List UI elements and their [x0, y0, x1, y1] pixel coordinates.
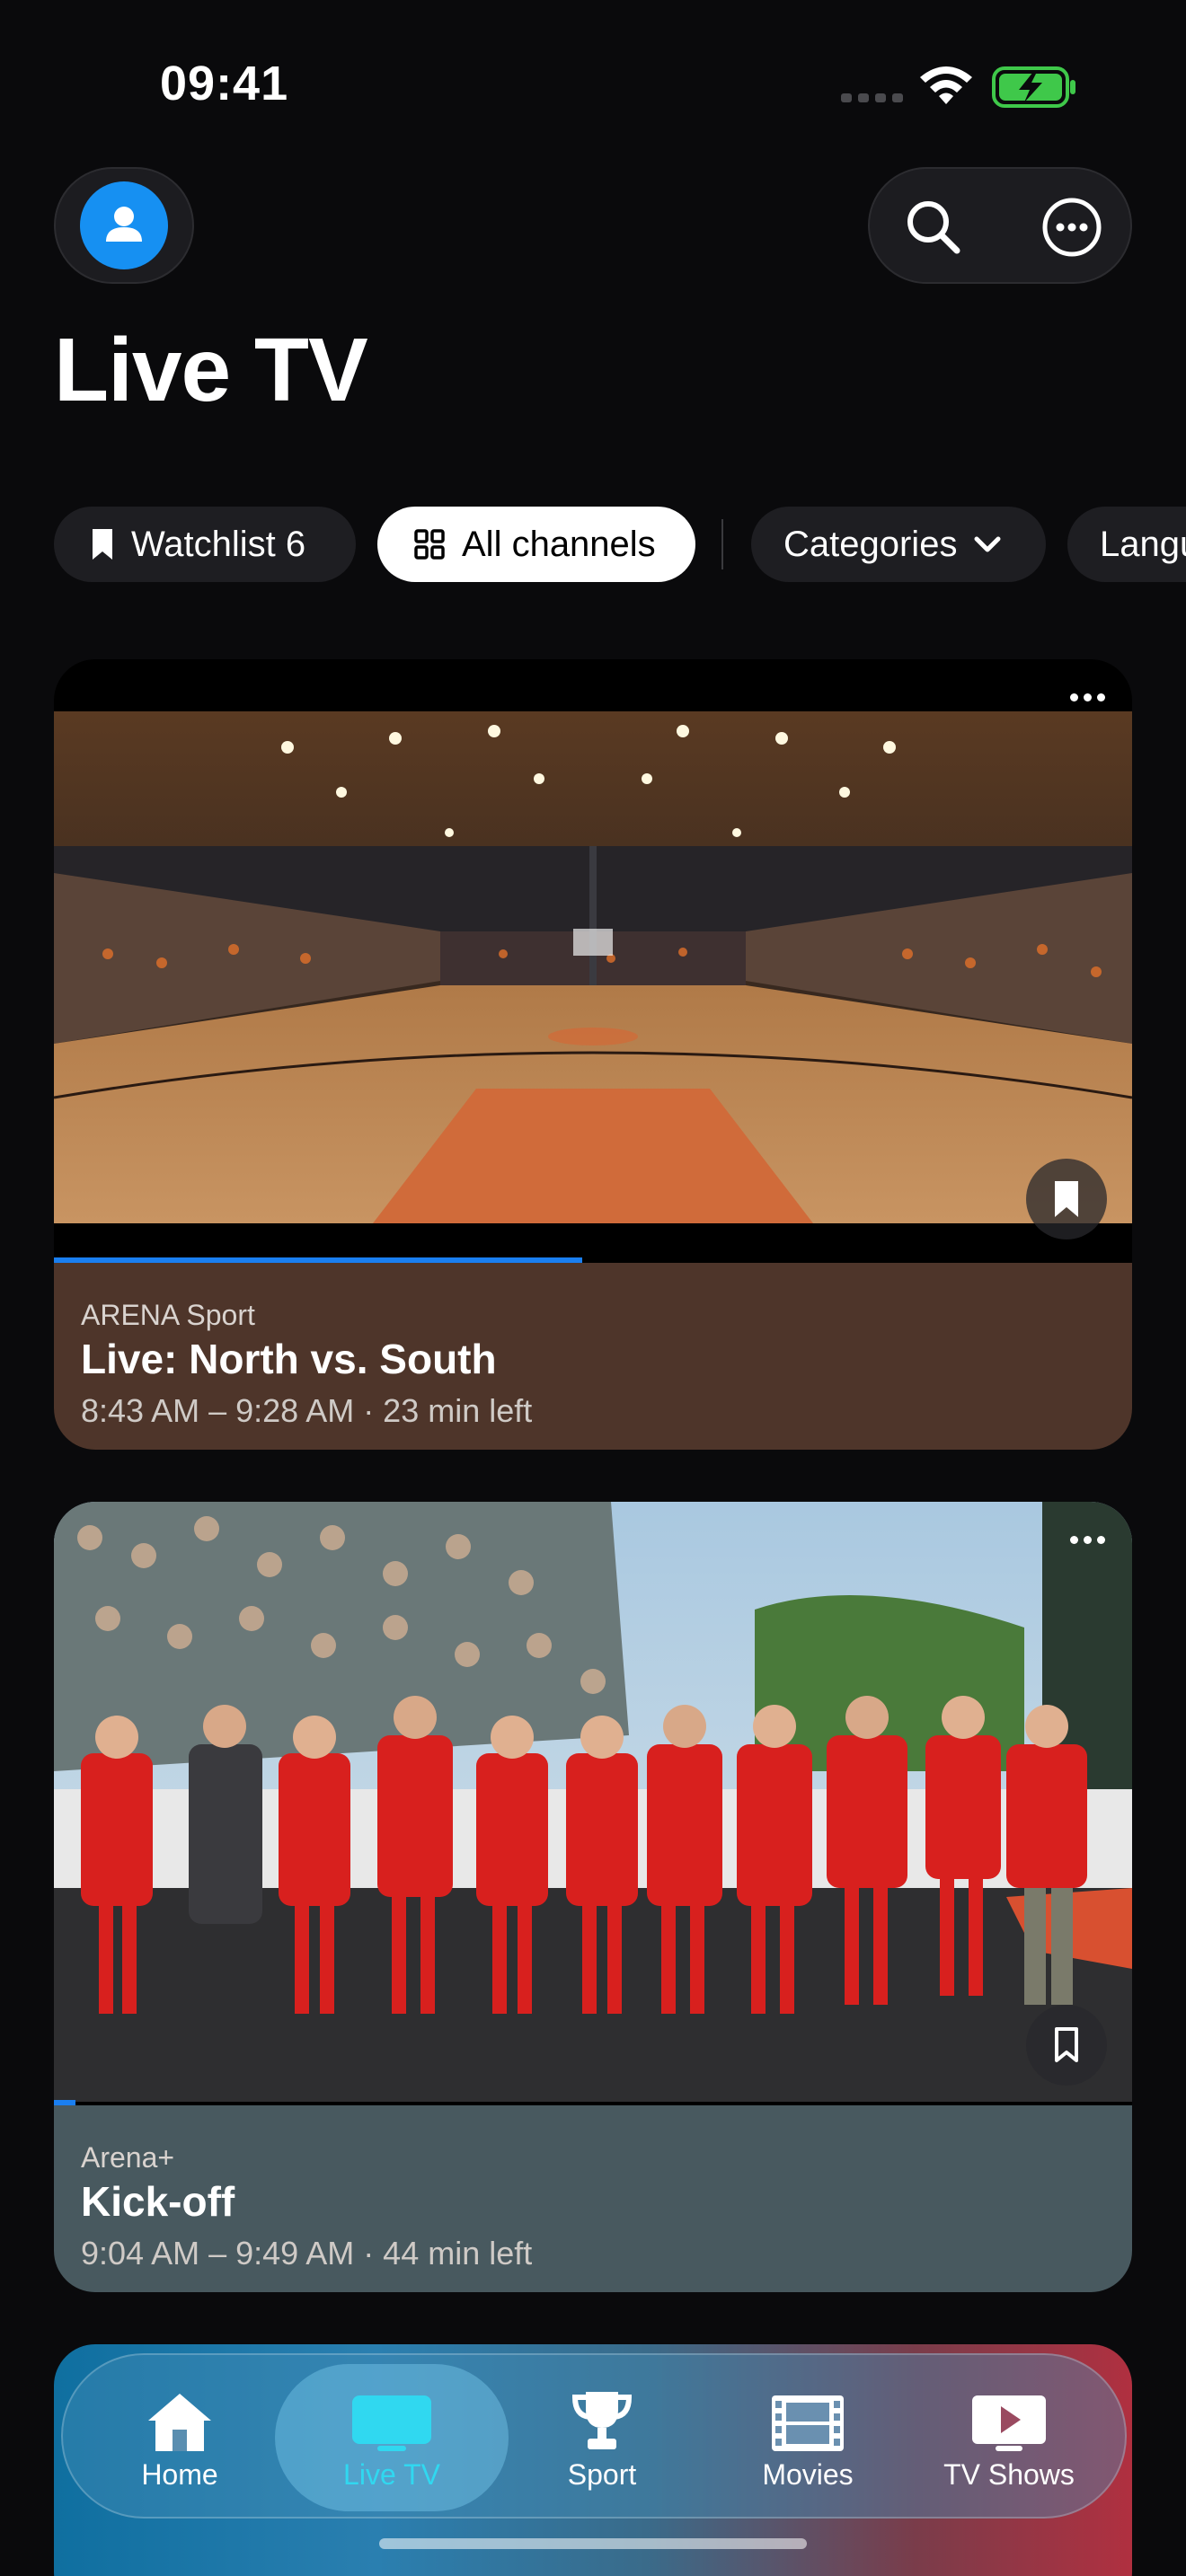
tab-movies-label: Movies — [762, 2457, 854, 2491]
program-title: Live: North vs. South — [81, 1336, 497, 1382]
categories-chip-label: Categories — [783, 524, 958, 564]
tab-bar: Home Live TV Sport Movies TV Shows — [61, 2353, 1127, 2519]
languages-chip[interactable]: Langu — [1067, 507, 1186, 582]
trophy-icon — [570, 2385, 634, 2453]
languages-chip-label: Langu — [1100, 524, 1186, 564]
film-icon — [770, 2385, 845, 2453]
bookmark-icon — [1055, 1181, 1078, 1217]
bookmark-icon — [90, 527, 115, 561]
watchlist-chip[interactable]: Watchlist 6 — [54, 507, 356, 582]
watchlist-chip-label: Watchlist 6 — [131, 524, 306, 564]
status-time: 09:41 — [160, 57, 289, 110]
search-button[interactable] — [897, 190, 970, 264]
program-time: 8:43 AM – 9:28 AM · 23 min left — [81, 1392, 533, 1429]
tab-home-label: Home — [141, 2457, 218, 2491]
filter-chips: Watchlist 6 All channels Categories Lang… — [54, 507, 1186, 582]
chevron-down-icon — [973, 534, 1002, 554]
tv-icon — [350, 2385, 433, 2453]
all-channels-chip[interactable]: All channels — [377, 507, 695, 582]
all-channels-chip-label: All channels — [462, 524, 656, 564]
play-rectangle-icon — [970, 2385, 1048, 2453]
chip-divider — [721, 519, 723, 569]
tab-sport-label: Sport — [567, 2457, 637, 2491]
home-indicator — [379, 2538, 807, 2549]
ellipsis-circle-icon — [1042, 198, 1102, 257]
card-more-button[interactable] — [1062, 681, 1112, 713]
watchlist-button[interactable] — [1026, 1159, 1107, 1239]
tab-live-tv[interactable]: Live TV — [275, 2355, 509, 2520]
person-icon — [80, 181, 168, 269]
program-title: Kick-off — [81, 2178, 235, 2225]
status-bar: 09:41 — [0, 0, 1186, 171]
program-card[interactable]: Arena+ Kick-off 9:04 AM – 9:49 AM · 44 m… — [54, 1502, 1132, 2292]
channel-name: ARENA Sport — [81, 1299, 255, 1331]
program-thumbnail — [54, 1502, 1132, 2102]
cellular-signal-icon — [841, 93, 903, 102]
program-info: Arena+ Kick-off 9:04 AM – 9:49 AM · 44 m… — [54, 2105, 1132, 2292]
battery-charging-icon — [992, 66, 1075, 108]
tab-tv-shows[interactable]: TV Shows — [906, 2355, 1112, 2520]
tab-movies[interactable]: Movies — [713, 2355, 902, 2520]
watchlist-button[interactable] — [1026, 2005, 1107, 2086]
wifi-icon — [920, 66, 972, 104]
program-time: 9:04 AM – 9:49 AM · 44 min left — [81, 2235, 533, 2272]
program-thumbnail — [54, 711, 1132, 1223]
grid-icon — [413, 528, 446, 560]
tab-home[interactable]: Home — [90, 2355, 270, 2520]
more-options-button[interactable] — [1035, 190, 1109, 264]
program-info: ARENA Sport Live: North vs. South 8:43 A… — [54, 1263, 1132, 1450]
top-actions-group — [868, 167, 1132, 284]
program-card[interactable]: ARENA Sport Live: North vs. South 8:43 A… — [54, 659, 1132, 1450]
channel-name: Arena+ — [81, 2141, 175, 2174]
categories-chip[interactable]: Categories — [751, 507, 1046, 582]
card-more-button[interactable] — [1062, 1523, 1112, 1556]
search-icon — [907, 201, 960, 254]
tab-tv-shows-label: TV Shows — [943, 2457, 1075, 2491]
page-title: Live TV — [54, 320, 368, 420]
house-icon — [145, 2385, 215, 2453]
tab-sport[interactable]: Sport — [512, 2355, 692, 2520]
profile-button[interactable] — [54, 167, 194, 284]
bookmark-outline-icon — [1055, 2027, 1078, 2062]
tab-live-tv-label: Live TV — [343, 2457, 440, 2491]
